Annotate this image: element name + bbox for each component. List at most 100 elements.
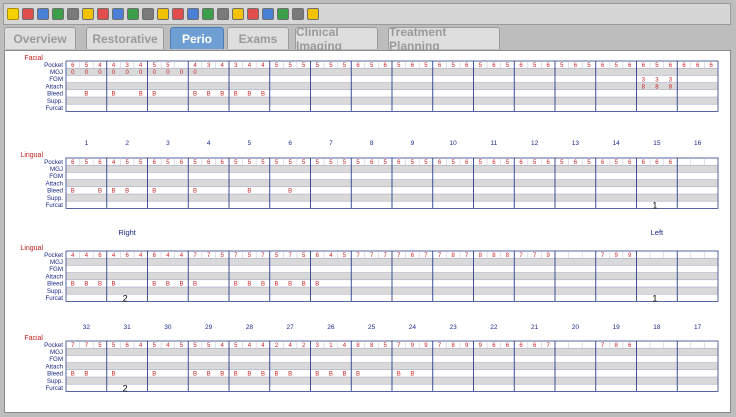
tooth-number: 25 xyxy=(368,324,376,331)
tooth-number: 3 xyxy=(166,140,170,147)
tab-treatment-planning[interactable]: Treatment Planning xyxy=(388,25,500,53)
furcation-value: 1 xyxy=(652,201,657,211)
tooth-number: 32 xyxy=(83,324,91,331)
bleed-mark: B xyxy=(112,92,116,98)
grid-icon[interactable] xyxy=(67,8,79,20)
row-label: Supp. xyxy=(47,98,63,105)
row-label: FGM xyxy=(49,266,63,273)
save-icon[interactable] xyxy=(37,8,49,20)
row-label: Supp. xyxy=(47,288,63,295)
bleed-mark: B xyxy=(302,282,306,288)
row-label: MGJ xyxy=(50,259,63,266)
row-label: Bleed xyxy=(47,188,63,195)
perio-chart: Facial Pocket MGJ FGM Attach Bleed Supp. Furcat… xyxy=(4,50,731,413)
bleed-mark: B xyxy=(139,92,143,98)
bleed-mark: B xyxy=(152,92,156,98)
bleed-mark: B xyxy=(152,282,156,288)
row-label: Pocket xyxy=(44,342,63,349)
bleed-mark: B xyxy=(71,372,75,378)
tooth-number: 19 xyxy=(613,324,621,331)
row-label: Furcat xyxy=(45,295,63,302)
tooth-number: 16 xyxy=(694,140,702,147)
tooth-number: 7 xyxy=(329,140,333,147)
tab-restorative[interactable]: Restorative xyxy=(86,27,164,49)
bleed-mark: B xyxy=(247,189,251,195)
tooth-number: 22 xyxy=(490,324,498,331)
tooth-number: 23 xyxy=(450,324,458,331)
row-label: Pocket xyxy=(44,159,63,166)
arrow-right-icon[interactable] xyxy=(202,8,214,20)
print-icon[interactable] xyxy=(52,8,64,20)
right-label: Right xyxy=(118,228,136,237)
tooth-number: 15 xyxy=(653,140,661,147)
settings-icon[interactable] xyxy=(307,8,319,20)
left-label: Left xyxy=(651,228,664,237)
refresh-icon[interactable] xyxy=(247,8,259,20)
tab-perio[interactable]: Perio xyxy=(170,27,224,49)
book-icon[interactable] xyxy=(112,8,124,20)
grid-icon[interactable] xyxy=(97,8,109,20)
tooth-number: 18 xyxy=(653,324,661,331)
bleed-mark: B xyxy=(261,92,265,98)
bleed-mark: B xyxy=(288,372,292,378)
undo-icon[interactable] xyxy=(292,8,304,20)
bleed-mark: B xyxy=(261,372,265,378)
bleed-mark: B xyxy=(193,92,197,98)
section-title: Facial xyxy=(24,55,43,62)
tab-exams[interactable]: Exams xyxy=(227,27,289,49)
bleed-mark: B xyxy=(112,282,116,288)
row-label: Bleed xyxy=(47,91,63,98)
perio-icon[interactable] xyxy=(22,8,34,20)
tooth-number: 24 xyxy=(409,324,417,331)
bleed-mark: B xyxy=(315,372,319,378)
row-label: FGM xyxy=(49,356,63,363)
report-icon[interactable] xyxy=(157,8,169,20)
tooth-number: 14 xyxy=(613,140,621,147)
bleed-mark: B xyxy=(112,189,116,195)
tooth-number: 1 xyxy=(85,140,89,147)
toolbar xyxy=(3,3,731,25)
tooth-number: 31 xyxy=(124,324,132,331)
bleed-mark: B xyxy=(234,372,238,378)
bleed-mark: B xyxy=(71,189,75,195)
pencil-icon[interactable] xyxy=(277,8,289,20)
tooth-icon[interactable] xyxy=(172,8,184,20)
tooth-number: 29 xyxy=(205,324,213,331)
grid-icon[interactable] xyxy=(82,8,94,20)
bleed-mark: B xyxy=(410,372,414,378)
bleed-mark: B xyxy=(84,92,88,98)
bleed-mark: B xyxy=(247,372,251,378)
bleed-mark: B xyxy=(193,372,197,378)
furcation-value: 2 xyxy=(123,384,128,394)
bleed-mark: B xyxy=(207,92,211,98)
bleed-mark: B xyxy=(84,282,88,288)
tooth-number: 13 xyxy=(572,140,580,147)
tooth-number: 5 xyxy=(248,140,252,147)
square-icon[interactable] xyxy=(217,8,229,20)
bleed-mark: B xyxy=(275,282,279,288)
bleed-mark: B xyxy=(166,282,170,288)
section-title: Lingual xyxy=(20,245,43,252)
square-icon[interactable] xyxy=(232,8,244,20)
row-label: MGJ xyxy=(50,349,63,356)
help-icon[interactable] xyxy=(7,8,19,20)
tooth-number: 28 xyxy=(246,324,254,331)
tooth-number: 26 xyxy=(327,324,335,331)
person-icon[interactable] xyxy=(142,8,154,20)
bleed-mark: B xyxy=(356,372,360,378)
tooth-number: 20 xyxy=(572,324,580,331)
bleed-mark: B xyxy=(315,282,319,288)
tab-clinical-imaging[interactable]: Clinical Imaging xyxy=(295,25,378,53)
bleed-mark: B xyxy=(112,372,116,378)
tab-overview[interactable]: Overview xyxy=(4,27,76,49)
tooth-number: 30 xyxy=(164,324,172,331)
list-icon[interactable] xyxy=(127,8,139,20)
tooth-number: 6 xyxy=(288,140,292,147)
bleed-mark: B xyxy=(247,92,251,98)
bleed-mark: B xyxy=(342,372,346,378)
ring-icon[interactable] xyxy=(262,8,274,20)
tab-bar: Overview Restorative Perio Exams Clinica… xyxy=(4,25,732,53)
section-title: Lingual xyxy=(20,152,43,159)
row-label: FGM xyxy=(49,173,63,180)
arrow-left-icon[interactable] xyxy=(187,8,199,20)
